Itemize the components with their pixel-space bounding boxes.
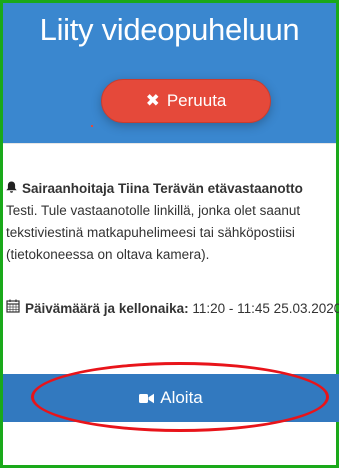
clinic-name: Sairaanhoitaja Tiina Terävän etävastaano…	[22, 181, 303, 196]
appointment-description: Testi. Tule vastaanotolle linkillä, jonk…	[6, 203, 301, 262]
datetime-row: Päivämäärä ja kellonaika: 11:20 - 11:45 …	[6, 299, 339, 319]
header: Liity videopuheluun ✖ Peruuta	[3, 3, 336, 143]
page-title: Liity videopuheluun	[39, 12, 300, 47]
datetime-label: Päivämäärä ja kellonaika:	[25, 301, 189, 316]
clinic-title: Sairaanhoitaja Tiina Terävän etävastaano…	[6, 179, 339, 198]
highlight-ellipse	[31, 362, 329, 432]
bell-icon	[6, 179, 18, 198]
divider	[3, 143, 336, 144]
cancel-button-label: Peruuta	[166, 91, 227, 110]
marker-dot	[91, 125, 93, 127]
datetime-value: 11:20 - 11:45 25.03.2020	[192, 301, 339, 316]
appointment-info: Sairaanhoitaja Tiina Terävän etävastaano…	[6, 179, 339, 266]
cancel-button[interactable]: ✖ Peruuta	[101, 79, 271, 123]
x-icon: ✖	[145, 91, 160, 110]
calendar-icon	[6, 299, 22, 319]
